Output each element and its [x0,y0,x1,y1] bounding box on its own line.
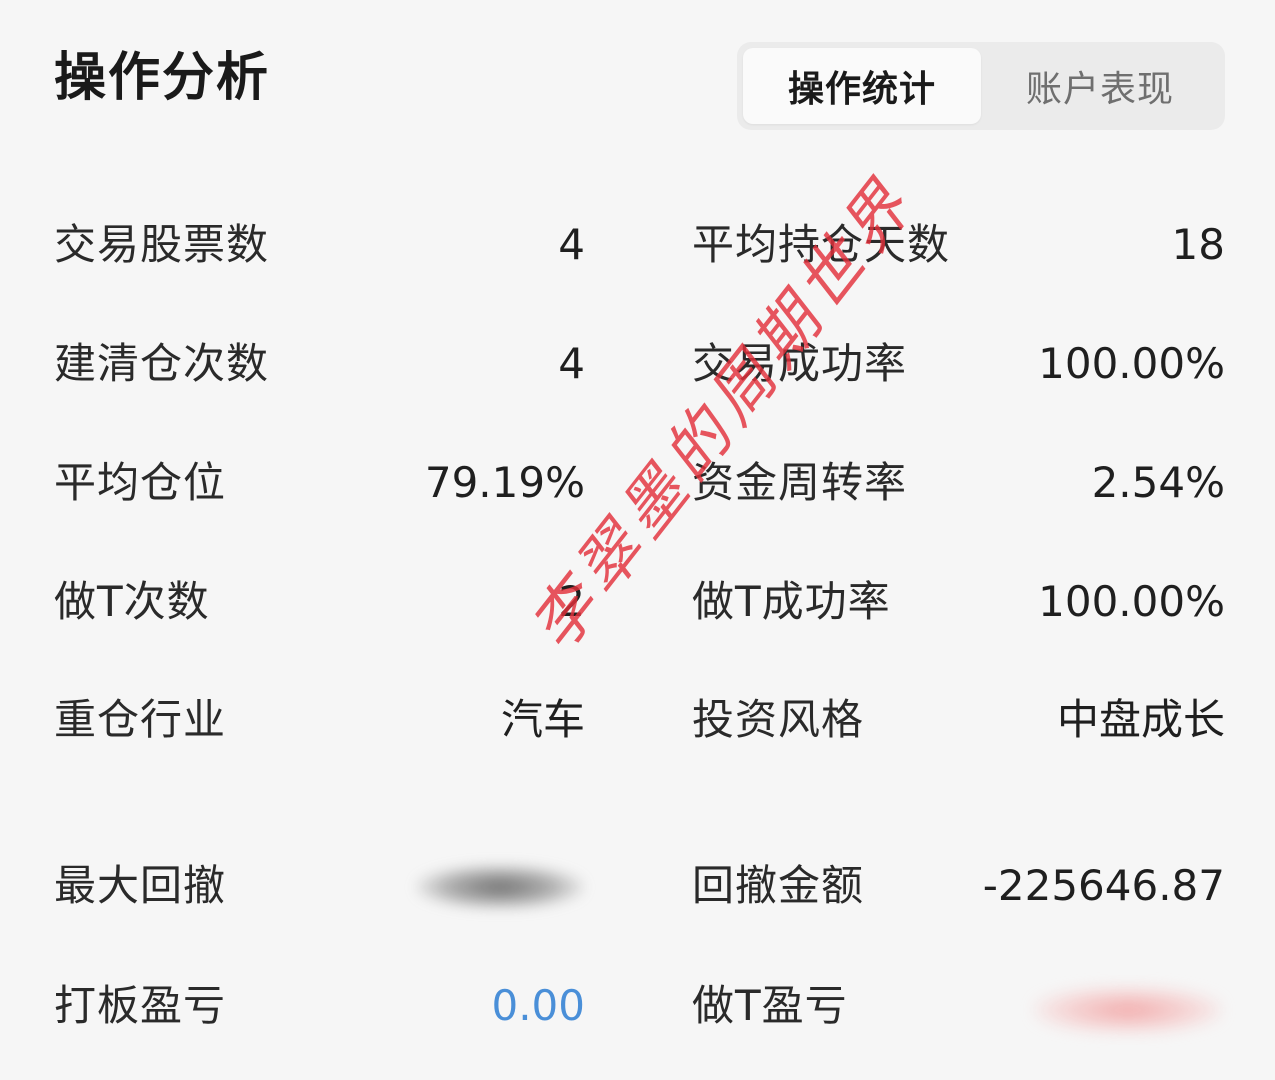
tab-operation-stats[interactable]: 操作统计 [743,48,981,124]
stat-row: 交易股票数 4 平均持仓天数 18 [0,205,1275,285]
stat-label-avg-position: 平均仓位 [54,458,227,507]
stat-value-t-trade-success-rate: 100.00% [1038,577,1225,626]
stat-value-avg-position: 79.19% [424,458,585,507]
stat-value-investment-style: 中盘成长 [1056,695,1225,744]
stat-label-max-drawdown: 最大回撤 [54,861,227,910]
stat-label-investment-style: 投资风格 [692,695,865,744]
stat-row: 平均仓位 79.19% 资金周转率 2.54% [0,443,1275,523]
stat-label-open-close-count: 建清仓次数 [54,339,270,388]
stat-value-capital-turnover: 2.54% [1091,458,1225,507]
stat-value-heavy-industry: 汽车 [500,695,585,744]
stat-row: 建清仓次数 4 交易成功率 100.00% [0,324,1275,404]
stat-value-trade-success-rate: 100.00% [1038,339,1225,388]
stat-label-limit-up-pnl: 打板盈亏 [54,981,227,1030]
segmented-tab-control: 操作统计 账户表现 [737,42,1225,130]
stat-value-traded-stocks: 4 [558,220,585,269]
stat-value-t-trade-count: 2 [558,577,585,626]
redacted-max-drawdown-value [415,864,585,910]
tab-account-performance[interactable]: 账户表现 [981,48,1219,124]
stat-value-drawdown-amount: -225646.87 [982,861,1225,910]
stat-label-t-trade-pnl: 做T盈亏 [692,981,848,1030]
stat-value-avg-holding-days: 18 [1171,220,1225,269]
stat-label-t-trade-success-rate: 做T成功率 [692,577,891,626]
stat-label-traded-stocks: 交易股票数 [54,220,270,269]
operation-analysis-panel: 操作分析 操作统计 账户表现 交易股票数 4 平均持仓天数 18 建清仓次数 4… [0,0,1275,1080]
stat-label-drawdown-amount: 回撤金额 [692,861,865,910]
stat-value-limit-up-pnl: 0.00 [491,981,585,1030]
stat-label-trade-success-rate: 交易成功率 [692,339,908,388]
stat-label-heavy-industry: 重仓行业 [54,695,227,744]
stat-value-open-close-count: 4 [558,339,585,388]
stat-row: 重仓行业 汽车 投资风格 中盘成长 [0,680,1275,760]
stat-label-t-trade-count: 做T次数 [54,577,210,626]
stat-label-avg-holding-days: 平均持仓天数 [692,220,951,269]
stat-row: 做T次数 2 做T成功率 100.00% [0,562,1275,642]
page-title: 操作分析 [54,48,271,108]
stat-row: 打板盈亏 0.00 做T盈亏 [0,966,1275,1046]
redacted-t-trade-pnl-value [1033,986,1223,1034]
stat-row: 最大回撤 回撤金额 -225646.87 [0,846,1275,926]
stat-label-capital-turnover: 资金周转率 [692,458,908,507]
